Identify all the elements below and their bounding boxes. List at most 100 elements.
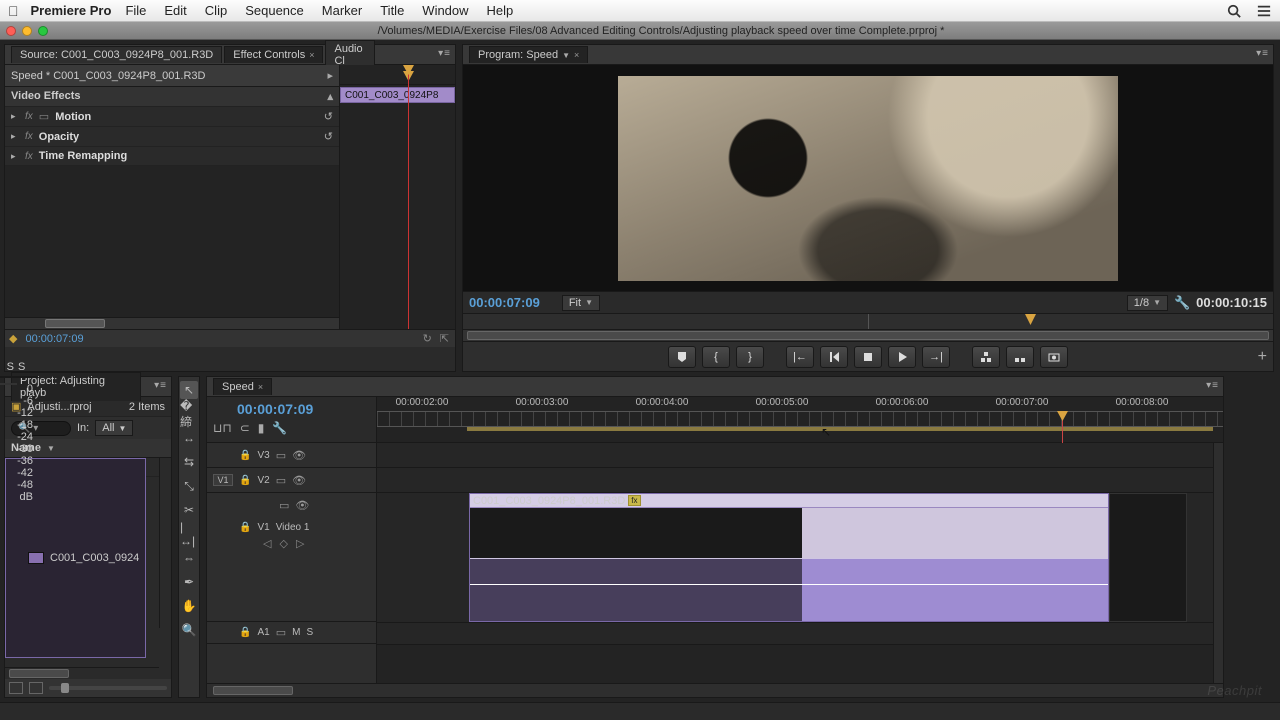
zoom-tool[interactable]: 🔍 (180, 621, 198, 639)
source-patch-v1[interactable]: V1 (213, 474, 233, 486)
project-v-scrollbar[interactable] (159, 458, 171, 628)
add-marker-button[interactable]: ▮ (258, 421, 265, 435)
linked-selection-toggle[interactable]: ⊂ (240, 421, 250, 435)
track-v1[interactable]: C001_C003_0924P8_001.R3D fx (377, 493, 1213, 623)
timeline-timecode[interactable]: 00:00:07:09 (207, 397, 376, 419)
panel-menu-icon[interactable]: ▾≡ (1256, 48, 1269, 59)
selection-tool[interactable]: ↖ (180, 381, 198, 399)
in-point-filter-select[interactable]: All▼ (95, 420, 133, 436)
panel-menu-icon[interactable]: ▾≡ (1206, 380, 1219, 391)
ec-timecode[interactable]: 00:00:07:09 (25, 333, 83, 345)
go-to-out-button[interactable]: →| (922, 346, 950, 368)
menu-file[interactable]: File (125, 3, 146, 18)
menu-title[interactable]: Title (380, 3, 404, 18)
rate-stretch-tool[interactable]: ⤡ (180, 477, 198, 495)
mark-in-button[interactable]: { (702, 346, 730, 368)
sync-lock-icon[interactable]: ▭ (279, 499, 289, 512)
timeline-settings-icon[interactable]: 🔧 (272, 421, 287, 435)
extract-button[interactable] (1006, 346, 1034, 368)
zoom-window-button[interactable] (38, 26, 48, 36)
razor-tool[interactable]: ✂ (180, 501, 198, 519)
slide-tool[interactable]: ⇔ (180, 549, 198, 567)
pen-tool[interactable]: ✒ (180, 573, 198, 591)
lock-icon[interactable]: 🔒 (239, 522, 251, 533)
mark-out-button[interactable]: } (736, 346, 764, 368)
spotlight-icon[interactable] (1226, 3, 1242, 19)
timeline-v-scrollbar[interactable] (1213, 443, 1223, 683)
track-header-v2[interactable]: V1 🔒 V2 ▭ 👁 (207, 468, 376, 493)
timeline-h-scrollbar[interactable] (207, 683, 1223, 697)
panel-menu-icon[interactable]: ▾≡ (154, 380, 167, 391)
add-marker-button[interactable] (668, 346, 696, 368)
list-view-button[interactable] (9, 682, 23, 694)
sync-lock-icon[interactable]: ▭ (276, 474, 286, 487)
tab-program[interactable]: Program: Speed ▼ × (469, 46, 588, 63)
mute-button[interactable]: M (292, 627, 300, 638)
reset-icon[interactable]: ↺ (324, 130, 333, 143)
toggle-track-output-icon[interactable]: 👁 (292, 474, 306, 487)
loop-icon[interactable]: ↻ (423, 332, 432, 345)
timeline-clip[interactable]: C001_C003_0924P8_001.R3D fx (469, 493, 1109, 622)
chevron-up-icon[interactable]: ▴ (327, 90, 333, 103)
program-timecode-left[interactable]: 00:00:07:09 (469, 295, 540, 310)
timeline-ruler[interactable]: 00:00:02:00 00:00:03:00 00:00:04:00 00:0… (377, 397, 1223, 442)
menu-sequence[interactable]: Sequence (245, 3, 304, 18)
minimize-window-button[interactable] (22, 26, 32, 36)
work-area-bar[interactable] (467, 427, 1213, 431)
close-icon[interactable]: × (309, 50, 314, 60)
thumbnail-size-slider[interactable] (49, 686, 167, 690)
tab-effect-controls[interactable]: Effect Controls× (224, 46, 323, 63)
track-select-tool[interactable]: �締 (180, 405, 198, 423)
tab-timeline-sequence[interactable]: Speed× (213, 378, 272, 395)
menu-window[interactable]: Window (422, 3, 468, 18)
app-name[interactable]: Premiere Pro (31, 3, 112, 18)
program-monitor-viewport[interactable] (463, 65, 1273, 291)
export-frame-icon[interactable]: ⇱ (440, 332, 449, 345)
program-zoom-scrollbar[interactable] (463, 329, 1273, 341)
apple-menu-icon[interactable]:  (8, 3, 19, 19)
ripple-edit-tool[interactable]: ↔ (180, 429, 198, 447)
disclosure-triangle-icon[interactable]: ▸ (11, 111, 19, 122)
prev-keyframe-button[interactable]: ◁ (263, 537, 271, 550)
stop-button[interactable] (854, 346, 882, 368)
menu-edit[interactable]: Edit (164, 3, 186, 18)
export-frame-button[interactable] (1040, 346, 1068, 368)
lock-icon[interactable]: 🔒 (239, 450, 251, 461)
add-keyframe-button[interactable]: ◇ (279, 537, 287, 550)
solo-right-button[interactable]: S (18, 361, 25, 373)
settings-wrench-icon[interactable]: 🔧 (1174, 295, 1190, 311)
close-window-button[interactable] (6, 26, 16, 36)
program-time-ruler[interactable] (463, 313, 1273, 329)
chevron-right-icon[interactable]: ▸ (327, 69, 333, 82)
snap-toggle[interactable]: ⊔⊓ (213, 421, 232, 435)
disclosure-triangle-icon[interactable]: ▸ (11, 131, 19, 142)
track-v3[interactable] (377, 443, 1213, 468)
effect-motion-row[interactable]: ▸ fx ▭ Motion ↺ (5, 107, 339, 127)
time-remap-rubber-band[interactable] (470, 558, 1108, 622)
ec-timeline-clip[interactable]: C001_C003_0924P8 (340, 87, 455, 103)
toggle-track-output-icon[interactable]: 👁 (295, 499, 309, 512)
solo-button[interactable]: S (306, 627, 313, 638)
toggle-track-output-icon[interactable]: 👁 (292, 449, 306, 462)
icon-view-button[interactable] (29, 682, 43, 694)
tab-source[interactable]: Source: C001_C003_0924P8_001.R3D (11, 46, 222, 63)
play-button[interactable] (888, 346, 916, 368)
track-header-a1[interactable]: 🔒 A1 ▭ M S (207, 622, 376, 644)
track-v2[interactable] (377, 468, 1213, 493)
slip-tool[interactable]: |↔| (180, 525, 198, 543)
playback-resolution-select[interactable]: 1/8▼ (1127, 295, 1168, 311)
step-back-button[interactable] (820, 346, 848, 368)
playhead-indicator-icon[interactable] (1025, 314, 1036, 325)
reset-icon[interactable]: ↺ (324, 110, 333, 123)
sync-lock-icon[interactable]: ▭ (276, 626, 286, 639)
close-icon[interactable]: × (258, 382, 263, 392)
hand-tool[interactable]: ✋ (180, 597, 198, 615)
project-h-scrollbar[interactable] (5, 667, 159, 679)
go-to-in-button[interactable]: |← (786, 346, 814, 368)
lock-icon[interactable]: 🔒 (239, 475, 251, 486)
track-header-v3[interactable]: 🔒 V3 ▭ 👁 (207, 443, 376, 468)
close-icon[interactable]: × (574, 50, 579, 60)
lift-button[interactable] (972, 346, 1000, 368)
menu-extra-icon[interactable] (1256, 3, 1272, 19)
sync-lock-icon[interactable]: ▭ (276, 449, 286, 462)
